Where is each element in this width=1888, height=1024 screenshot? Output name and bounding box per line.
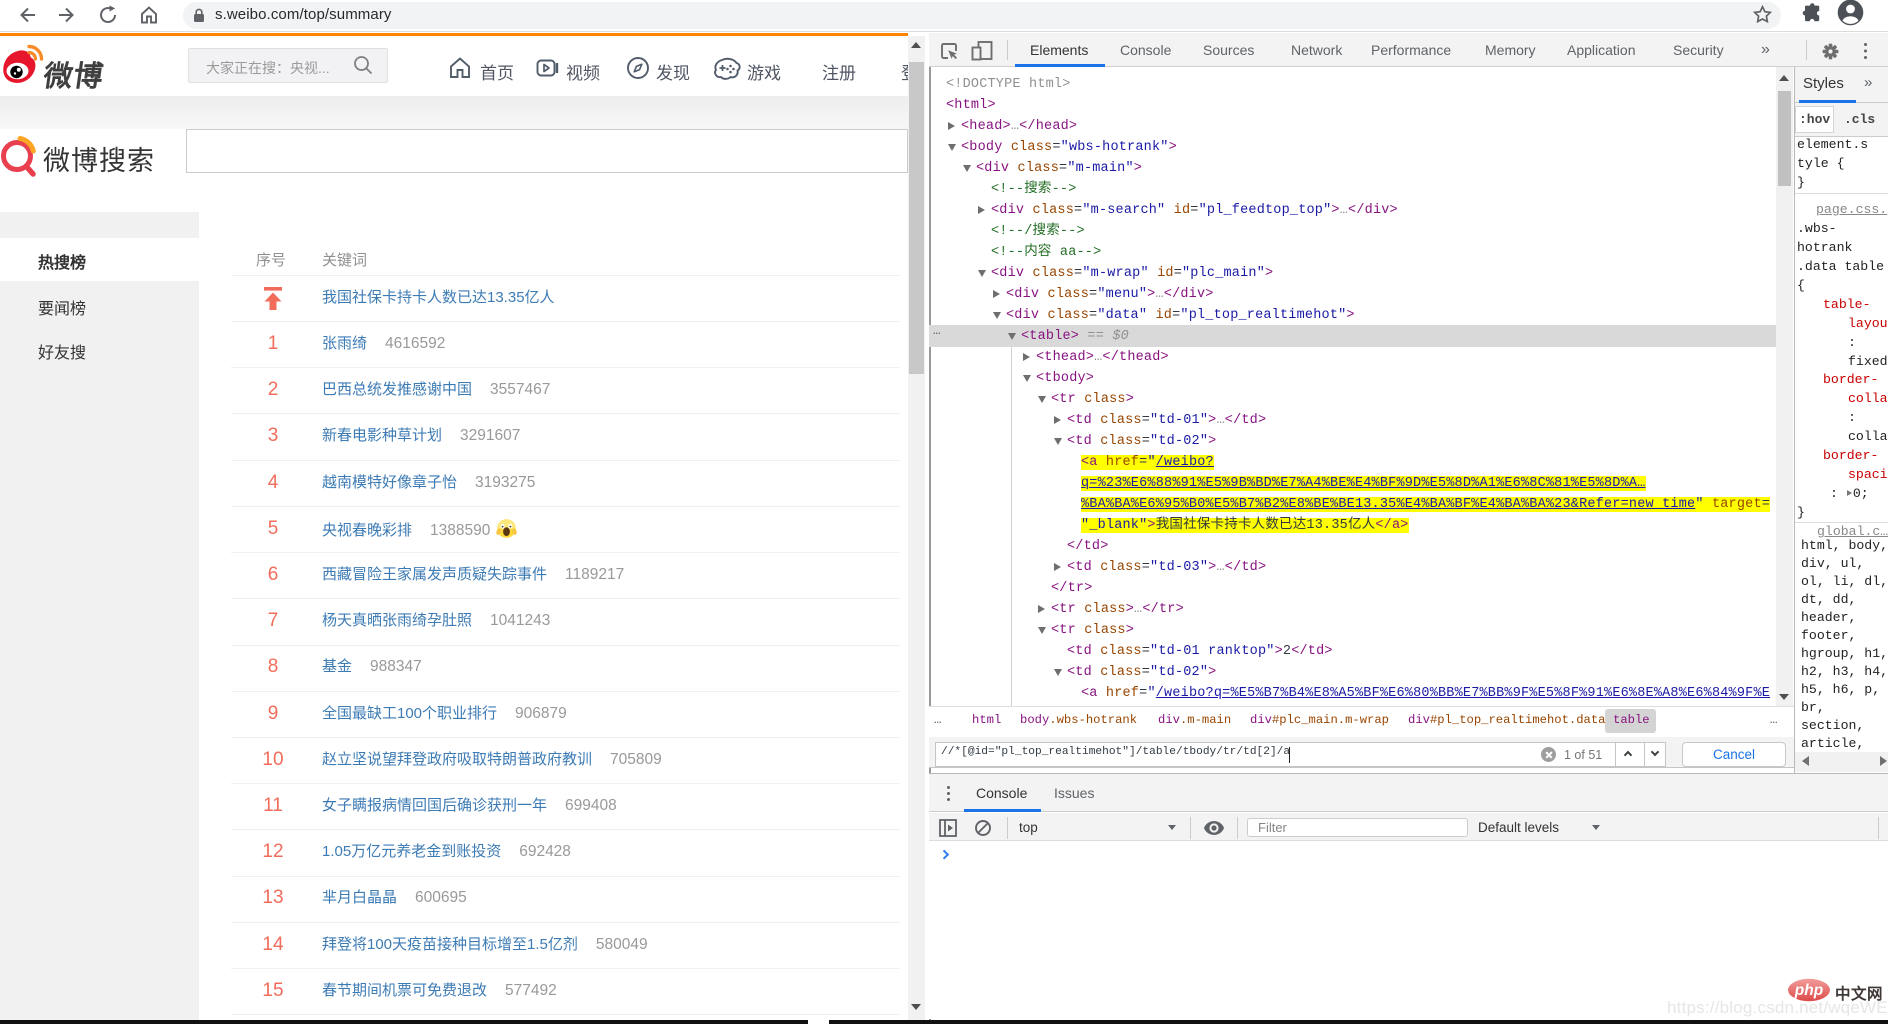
svg-text:php: php [1794, 982, 1823, 999]
